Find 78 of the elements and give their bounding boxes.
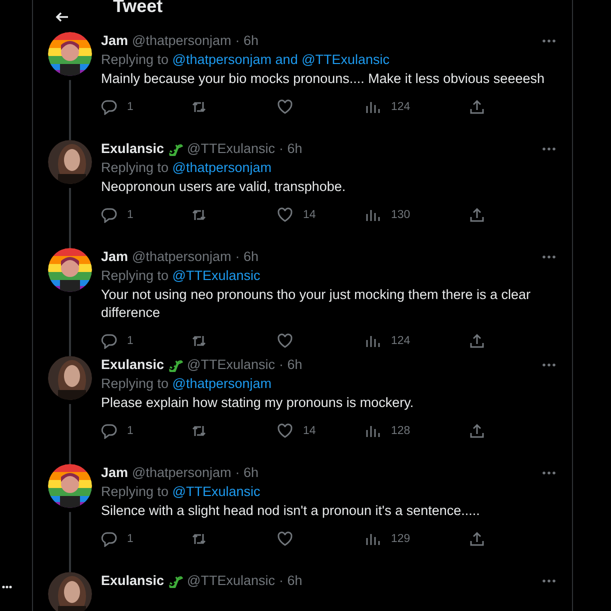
share-icon[interactable]	[469, 531, 485, 547]
like-count: 14	[303, 425, 316, 437]
retweet-icon[interactable]	[191, 207, 207, 223]
bar-chart-icon[interactable]	[365, 423, 381, 439]
user-name[interactable]: Exulansic	[101, 140, 164, 158]
avatar[interactable]	[48, 356, 92, 400]
user-handle[interactable]: @thatpersonjam	[132, 464, 232, 482]
reply-count: 1	[127, 533, 134, 545]
timestamp[interactable]: · 6h	[279, 140, 302, 158]
user-name[interactable]: Exulansic	[101, 356, 164, 374]
timestamp[interactable]: · 6h	[235, 32, 259, 50]
heart-icon[interactable]	[277, 531, 293, 547]
reply-icon[interactable]	[101, 333, 117, 349]
reply-icon[interactable]	[101, 99, 117, 115]
tweet-text: Mainly because your bio mocks pronouns.... Make it less obvious seeeesh	[101, 70, 546, 88]
tweet-text: Please explain how stating my pronouns is mockery.	[101, 394, 415, 412]
view-count: 130	[391, 209, 410, 221]
replying-label: Replying to	[101, 268, 170, 283]
user-handle[interactable]: @TTExulansic	[187, 356, 276, 374]
user-handle[interactable]: @thatpersonjam	[132, 32, 232, 50]
retweet-icon[interactable]	[191, 423, 207, 439]
user-name[interactable]: Jam	[101, 248, 128, 266]
avatar[interactable]	[48, 248, 92, 292]
mention-link[interactable]: @thatpersonjam	[172, 160, 272, 175]
user-name[interactable]: Jam	[101, 32, 128, 50]
heart-icon[interactable]	[277, 333, 293, 349]
avatar[interactable]	[48, 32, 92, 76]
mention-link[interactable]: @TTExulansic	[172, 484, 260, 499]
mention-link[interactable]: @TTExulansic	[172, 268, 260, 283]
bar-chart-icon[interactable]	[365, 207, 381, 223]
timestamp[interactable]: · 6h	[235, 464, 259, 482]
reply-count: 1	[127, 209, 134, 221]
share-icon[interactable]	[469, 207, 485, 223]
heart-icon[interactable]	[277, 207, 293, 223]
bar-chart-icon[interactable]	[365, 333, 381, 349]
user-handle[interactable]: @TTExulansic	[187, 140, 276, 158]
user-handle[interactable]: @TTExulansic	[187, 572, 276, 590]
share-icon[interactable]	[469, 333, 485, 349]
user-name[interactable]: Jam	[101, 464, 128, 482]
replying-label: Replying to	[101, 376, 170, 391]
reply-count: 1	[127, 335, 134, 347]
timestamp[interactable]: · 6h	[235, 248, 259, 266]
avatar[interactable]	[48, 464, 92, 508]
timestamp[interactable]: · 6h	[279, 572, 302, 590]
bar-chart-icon[interactable]	[365, 531, 381, 547]
retweet-icon[interactable]	[191, 333, 207, 349]
tweet-text: Your not using neo pronouns tho your just mocking them there is a clear difference	[101, 286, 532, 322]
replying-label: Replying to	[101, 52, 170, 67]
like-count: 14	[303, 209, 316, 221]
user-name[interactable]: Exulansic	[101, 572, 164, 590]
replying-label: Replying to	[101, 484, 170, 499]
back-arrow-icon[interactable]	[55, 12, 69, 22]
share-icon[interactable]	[469, 423, 485, 439]
reply-count: 1	[127, 425, 134, 437]
avatar[interactable]	[48, 572, 92, 611]
view-count: 129	[391, 533, 410, 545]
heart-icon[interactable]	[277, 99, 293, 115]
view-count: 128	[391, 425, 410, 437]
view-count: 124	[391, 101, 410, 113]
bar-chart-icon[interactable]	[365, 99, 381, 115]
tweet-text: Silence with a slight head nod isn't a pronoun it's a sentence.....	[101, 502, 481, 520]
heart-icon[interactable]	[277, 423, 293, 439]
retweet-icon[interactable]	[191, 531, 207, 547]
reply-icon[interactable]	[101, 531, 117, 547]
user-handle[interactable]: @thatpersonjam	[132, 248, 232, 266]
retweet-icon[interactable]	[191, 99, 207, 115]
timestamp[interactable]: · 6h	[279, 356, 302, 374]
reply-icon[interactable]	[101, 423, 117, 439]
more-icon[interactable]	[2, 585, 12, 589]
share-icon[interactable]	[469, 99, 485, 115]
reply-icon[interactable]	[101, 207, 117, 223]
avatar[interactable]	[48, 140, 92, 184]
tweet-text: Neopronoun users are valid, transphobe.	[101, 178, 347, 196]
mention-link[interactable]: @thatpersonjam	[172, 376, 272, 391]
reply-count: 1	[127, 101, 134, 113]
view-count: 124	[391, 335, 410, 347]
replying-label: Replying to	[101, 160, 170, 175]
mention-link[interactable]: @thatpersonjam and @TTExulansic	[172, 52, 390, 67]
